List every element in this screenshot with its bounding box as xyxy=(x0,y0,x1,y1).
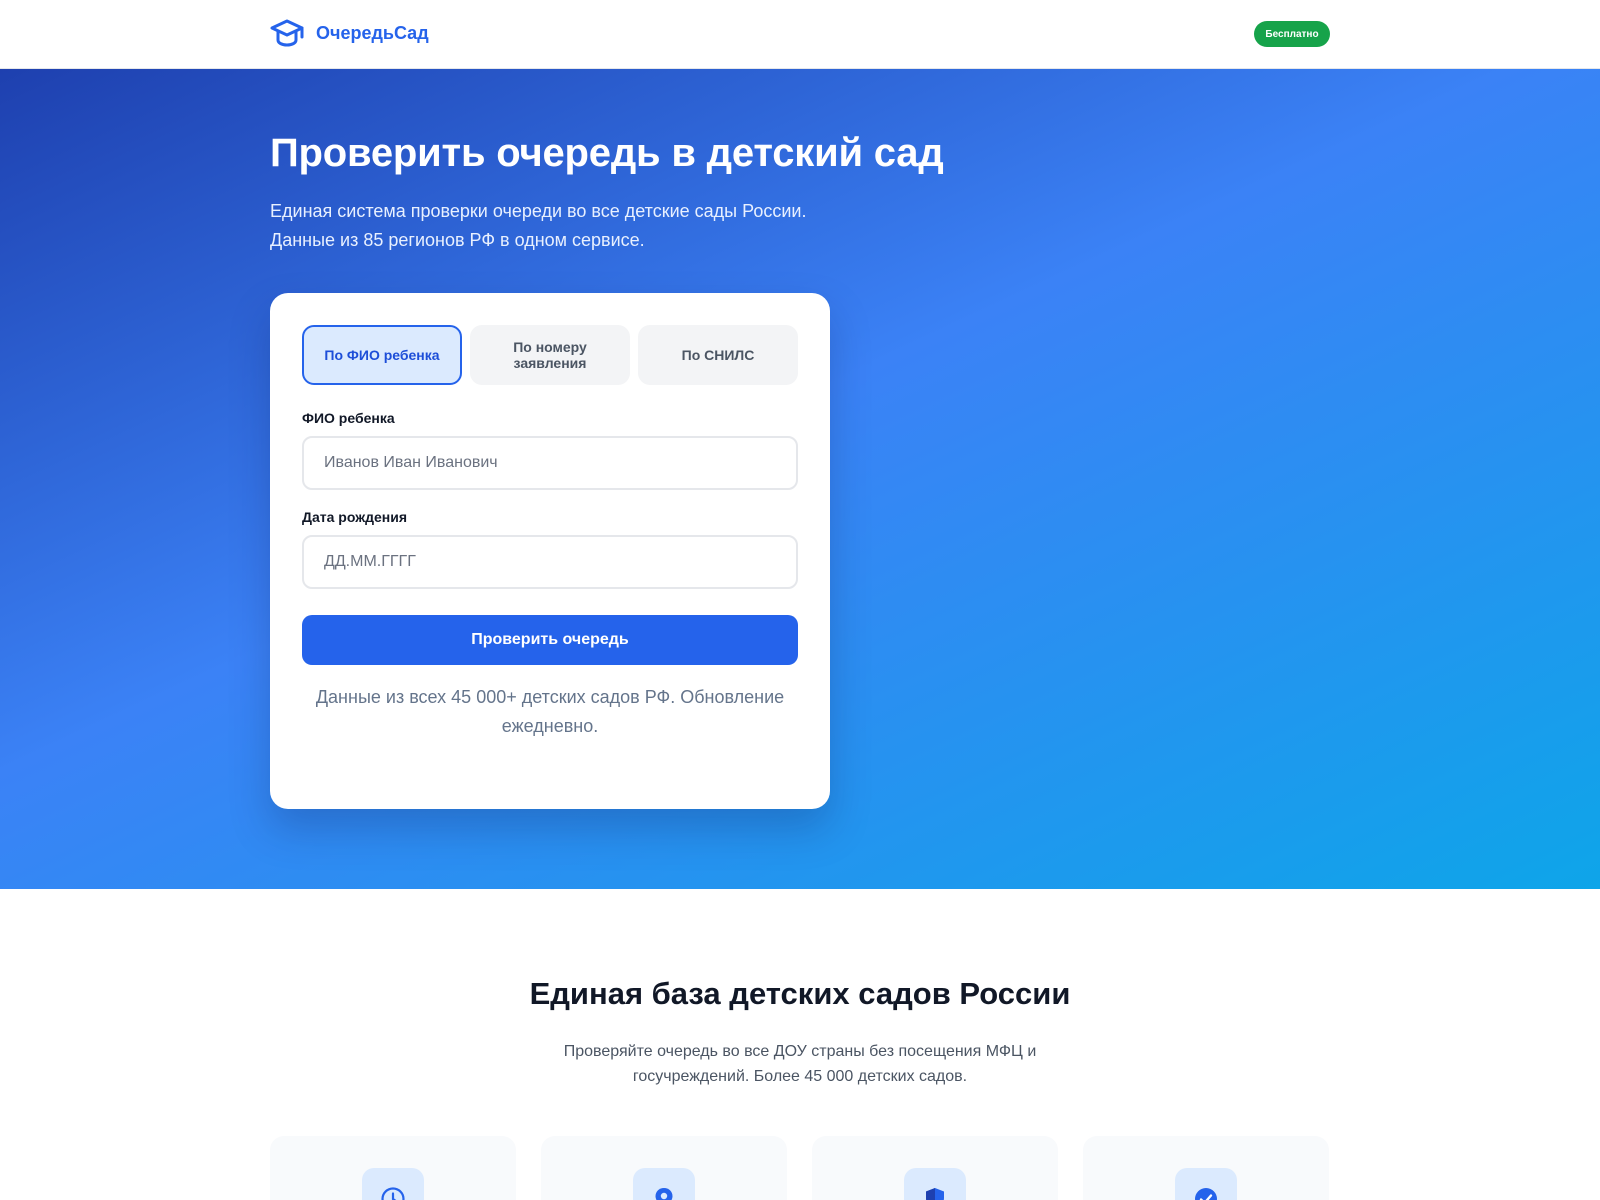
site-header: ОчередьСад Бесплатно xyxy=(0,0,1600,69)
tab-by-fio[interactable]: По ФИО ребенка xyxy=(302,325,462,385)
birthdate-input[interactable] xyxy=(302,535,798,589)
map-pin-icon xyxy=(655,1188,673,1200)
logo-link[interactable]: ОчередьСад xyxy=(270,18,429,48)
shield-icon xyxy=(926,1188,944,1200)
hero-subtitle-line-1: Единая система проверки очереди во все д… xyxy=(270,201,807,221)
fio-input[interactable] xyxy=(302,436,798,490)
birthdate-field-label: Дата рождения xyxy=(302,509,408,525)
feature-card xyxy=(541,1136,787,1200)
hero-subtitle-line-2: Данные из 85 регионов РФ в одном сервисе… xyxy=(270,230,645,250)
hero-section: Проверить очередь в детский сад Единая с… xyxy=(0,69,1600,889)
check-queue-button[interactable]: Проверить очередь xyxy=(302,615,798,665)
feature-cards xyxy=(270,1136,1330,1200)
data-coverage-note: Данные из всех 45 000+ детских садов РФ.… xyxy=(315,687,785,736)
clock-icon xyxy=(381,1187,405,1200)
logo-text: ОчередьСад xyxy=(316,22,429,43)
section-subtitle: Проверяйте очередь во все ДОУ страны без… xyxy=(563,1043,1037,1085)
page-title: Проверить очередь в детский сад xyxy=(270,131,944,175)
free-badge: Бесплатно xyxy=(1254,21,1330,47)
feature-card xyxy=(270,1136,516,1200)
search-form-card: По ФИО ребенка По номеру заявления По СН… xyxy=(270,293,830,809)
tab-by-application-number[interactable]: По номеру заявления xyxy=(470,325,630,385)
check-circle-icon xyxy=(1195,1188,1217,1200)
hero-subtitle: Единая система проверки очереди во все д… xyxy=(270,197,806,255)
tab-by-snils[interactable]: По СНИЛС xyxy=(638,325,798,385)
section-title: Единая база детских садов России xyxy=(529,976,1071,1011)
graduation-cap-icon xyxy=(270,19,304,47)
feature-card xyxy=(812,1136,1058,1200)
feature-card xyxy=(1083,1136,1329,1200)
fio-field-label: ФИО ребенка xyxy=(302,410,395,426)
search-mode-tabs: По ФИО ребенка По номеру заявления По СН… xyxy=(302,325,798,385)
